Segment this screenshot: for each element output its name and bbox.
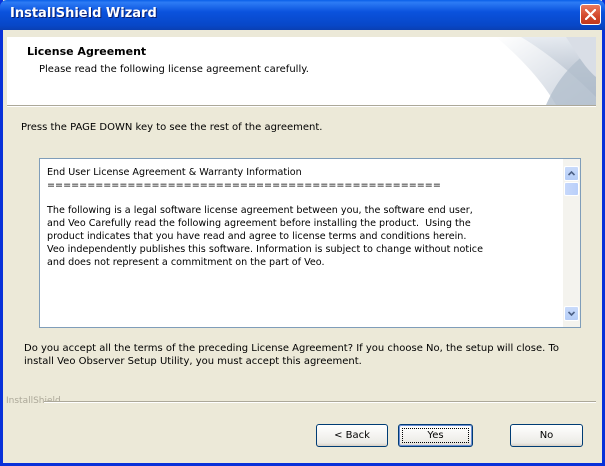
instruction-text: Press the PAGE DOWN key to see the rest … — [21, 122, 323, 133]
license-text: End User License Agreement & Warranty In… — [47, 167, 483, 268]
wizard-header: License Agreement Please read the follow… — [7, 37, 596, 105]
close-button[interactable] — [580, 4, 601, 25]
page-subtitle: Please read the following license agreem… — [39, 64, 309, 75]
scroll-thumb[interactable] — [564, 182, 579, 196]
license-scrollbar[interactable] — [563, 159, 580, 327]
back-button[interactable]: < Back — [316, 424, 388, 447]
footer-divider — [44, 401, 596, 403]
page-title: License Agreement — [27, 45, 147, 58]
no-button[interactable]: No — [510, 424, 583, 447]
scroll-down-button[interactable] — [564, 306, 579, 321]
scroll-up-button[interactable] — [564, 166, 579, 181]
close-icon — [585, 9, 596, 20]
chevron-up-icon — [568, 170, 575, 176]
chevron-down-icon — [568, 311, 575, 317]
window-title: InstallShield Wizard — [10, 6, 157, 21]
header-graphic — [496, 37, 596, 105]
license-textarea[interactable]: End User License Agreement & Warranty In… — [39, 158, 581, 328]
yes-button-label: Yes — [427, 430, 444, 441]
title-bar[interactable]: InstallShield Wizard — [0, 0, 605, 30]
accept-question: Do you accept all the terms of the prece… — [24, 343, 560, 367]
yes-button[interactable]: Yes — [398, 424, 473, 447]
header-divider — [7, 105, 596, 107]
